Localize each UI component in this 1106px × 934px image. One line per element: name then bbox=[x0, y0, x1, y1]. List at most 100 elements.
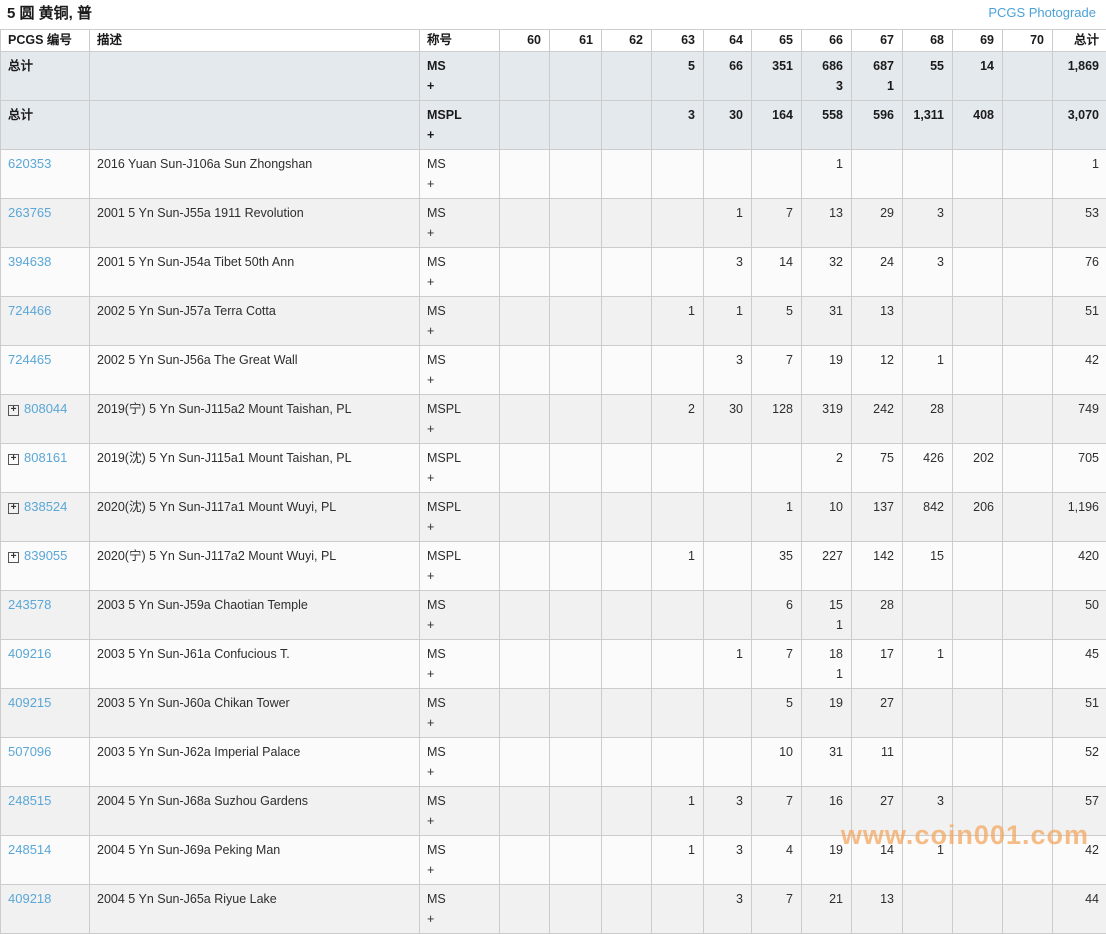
grade-cell: 10 bbox=[802, 493, 852, 542]
total-cell: 1,196 bbox=[1053, 493, 1106, 542]
pcgs-number-cell: 248514 bbox=[1, 836, 90, 885]
pcgs-number-link[interactable]: 409216 bbox=[8, 646, 51, 661]
pcgs-number-link[interactable]: 409215 bbox=[8, 695, 51, 710]
designation-cell: MS + bbox=[420, 591, 500, 640]
grade-cell bbox=[500, 640, 550, 689]
grade-cell: 1 bbox=[903, 836, 953, 885]
column-header-7: 64 bbox=[704, 30, 752, 52]
pcgs-number-link[interactable]: 409218 bbox=[8, 891, 51, 906]
grade-cell: 351 bbox=[752, 52, 802, 101]
grade-cell bbox=[652, 248, 704, 297]
expand-icon[interactable]: + bbox=[8, 503, 19, 514]
total-cell: 51 bbox=[1053, 297, 1106, 346]
grade-cell: 2 bbox=[652, 395, 704, 444]
column-header-8: 65 bbox=[752, 30, 802, 52]
column-header-2: 称号 bbox=[420, 30, 500, 52]
expand-icon[interactable]: + bbox=[8, 454, 19, 465]
page-title: 5 圆 黄铜, 普 bbox=[7, 5, 92, 23]
grade-cell: 242 bbox=[852, 395, 903, 444]
grade-cell bbox=[1003, 836, 1053, 885]
pcgs-number-link[interactable]: 838524 bbox=[24, 499, 67, 514]
grade-cell: 13 bbox=[852, 297, 903, 346]
top-bar: 5 圆 黄铜, 普 PCGS Photograde bbox=[0, 0, 1106, 29]
table-row: 7244652002 5 Yn Sun-J56a The Great WallM… bbox=[1, 346, 1106, 395]
designation-cell: MS + bbox=[420, 199, 500, 248]
grade-cell bbox=[550, 395, 602, 444]
grade-cell: 137 bbox=[852, 493, 903, 542]
grade-cell: 19 bbox=[802, 836, 852, 885]
pcgs-number-link[interactable]: 620353 bbox=[8, 156, 51, 171]
summary-row: 总计MSPL +3301645585961,3114083,070 bbox=[1, 101, 1106, 150]
grade-cell: 66 bbox=[704, 52, 752, 101]
column-header-13: 70 bbox=[1003, 30, 1053, 52]
table-row: 4092152003 5 Yn Sun-J60a Chikan TowerMS … bbox=[1, 689, 1106, 738]
summary-total-label: 总计 bbox=[1, 101, 90, 150]
expand-icon[interactable]: + bbox=[8, 552, 19, 563]
pcgs-number-link[interactable]: 724465 bbox=[8, 352, 51, 367]
pcgs-number-link[interactable]: 263765 bbox=[8, 205, 51, 220]
grade-cell bbox=[652, 689, 704, 738]
pcgs-number-link[interactable]: 394638 bbox=[8, 254, 51, 269]
grade-cell bbox=[550, 689, 602, 738]
pcgs-number-link[interactable]: 248515 bbox=[8, 793, 51, 808]
designation-cell: MS + bbox=[420, 297, 500, 346]
description-cell: 2003 5 Yn Sun-J61a Confucious T. bbox=[90, 640, 420, 689]
grade-cell: 3 bbox=[704, 248, 752, 297]
grade-cell bbox=[550, 493, 602, 542]
table-header-row: PCGS 编号描述称号6061626364656667686970总计 bbox=[1, 30, 1106, 52]
column-header-10: 67 bbox=[852, 30, 903, 52]
grade-cell: 2 bbox=[802, 444, 852, 493]
designation-cell: MSPL + bbox=[420, 395, 500, 444]
grade-cell: 206 bbox=[953, 493, 1003, 542]
grade-cell: 227 bbox=[802, 542, 852, 591]
total-cell: 1 bbox=[1053, 150, 1106, 199]
expand-icon[interactable]: + bbox=[8, 405, 19, 416]
grade-cell bbox=[500, 787, 550, 836]
pcgs-number-link[interactable]: 808161 bbox=[24, 450, 67, 465]
grade-cell bbox=[500, 444, 550, 493]
pcgs-number-link[interactable]: 507096 bbox=[8, 744, 51, 759]
grade-cell: 1 bbox=[903, 640, 953, 689]
grade-cell: 15 1 bbox=[802, 591, 852, 640]
grade-cell: 31 bbox=[802, 738, 852, 787]
total-cell: 52 bbox=[1053, 738, 1106, 787]
grade-cell bbox=[602, 738, 652, 787]
grade-cell bbox=[602, 444, 652, 493]
grade-cell bbox=[652, 591, 704, 640]
grade-cell bbox=[500, 493, 550, 542]
pcgs-number-link[interactable]: 243578 bbox=[8, 597, 51, 612]
table-row: 4092162003 5 Yn Sun-J61a Confucious T.MS… bbox=[1, 640, 1106, 689]
grade-cell bbox=[652, 885, 704, 934]
pcgs-number-link[interactable]: 808044 bbox=[24, 401, 67, 416]
grade-cell bbox=[903, 297, 953, 346]
grade-cell bbox=[704, 738, 752, 787]
description-cell: 2019(沈) 5 Yn Sun-J115a1 Mount Taishan, P… bbox=[90, 444, 420, 493]
table-row: 5070962003 5 Yn Sun-J62a Imperial Palace… bbox=[1, 738, 1106, 787]
grade-cell bbox=[602, 248, 652, 297]
description-cell: 2004 5 Yn Sun-J69a Peking Man bbox=[90, 836, 420, 885]
grade-cell bbox=[1003, 885, 1053, 934]
pcgs-number-link[interactable]: 248514 bbox=[8, 842, 51, 857]
grade-cell bbox=[500, 52, 550, 101]
grade-cell: 24 bbox=[852, 248, 903, 297]
grade-cell: 27 bbox=[852, 787, 903, 836]
grade-cell bbox=[602, 297, 652, 346]
grade-cell: 19 bbox=[802, 346, 852, 395]
grade-cell bbox=[953, 346, 1003, 395]
grade-cell: 408 bbox=[953, 101, 1003, 150]
grade-cell bbox=[500, 885, 550, 934]
grade-cell: 27 bbox=[852, 689, 903, 738]
grade-cell bbox=[953, 199, 1003, 248]
grade-cell bbox=[550, 297, 602, 346]
grade-cell: 3 bbox=[704, 885, 752, 934]
grade-cell: 7 bbox=[752, 885, 802, 934]
pcgs-number-link[interactable]: 724466 bbox=[8, 303, 51, 318]
pcgs-photograde-link[interactable]: PCGS Photograde bbox=[988, 5, 1096, 21]
pcgs-number-link[interactable]: 839055 bbox=[24, 548, 67, 563]
grade-cell bbox=[953, 689, 1003, 738]
grade-cell: 842 bbox=[903, 493, 953, 542]
grade-cell bbox=[500, 346, 550, 395]
grade-cell: 15 bbox=[903, 542, 953, 591]
grade-cell bbox=[953, 542, 1003, 591]
designation-cell: MS + bbox=[420, 787, 500, 836]
